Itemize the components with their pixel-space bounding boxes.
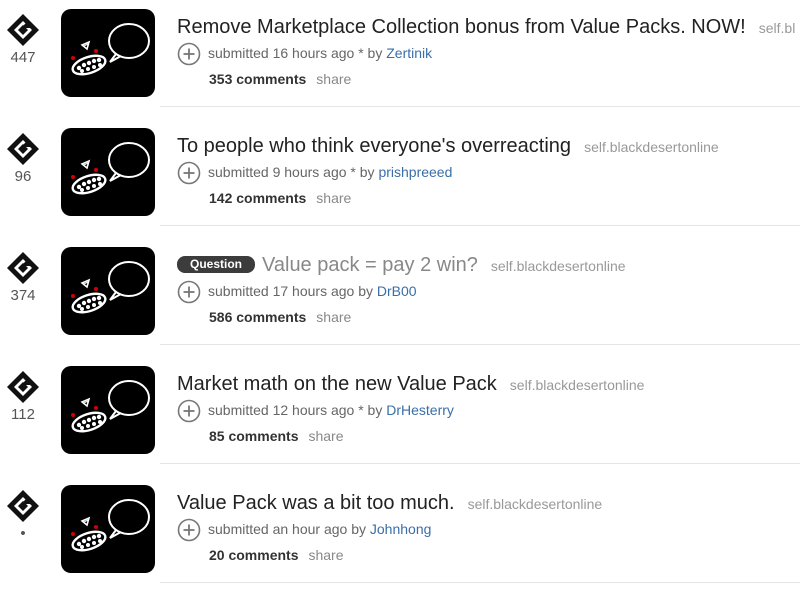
post: 112 Market math on the new Value Pack se… — [0, 357, 800, 476]
post-domain[interactable]: self.bl — [759, 20, 796, 36]
post-divider — [160, 344, 800, 345]
comments-link[interactable]: 85 comments — [209, 428, 298, 444]
upvote-icon[interactable] — [4, 250, 42, 286]
upvote-icon[interactable] — [4, 12, 42, 48]
author-link[interactable]: Johnhong — [370, 521, 432, 537]
post-list: 447 Remove Marketplace Collection bonus … — [0, 0, 800, 600]
post-title[interactable]: Value pack = pay 2 win? — [262, 254, 478, 276]
upvote-icon[interactable] — [4, 488, 42, 524]
post-divider — [160, 106, 800, 107]
vote-column: 96 — [4, 131, 42, 185]
post-thumbnail[interactable] — [61, 128, 155, 216]
expand-plus-icon[interactable] — [177, 42, 201, 66]
vote-column: 447 — [4, 12, 42, 66]
comments-link[interactable]: 142 comments — [209, 190, 306, 206]
speech-bubble-face-icon — [71, 499, 150, 552]
post-divider — [160, 463, 800, 464]
score: 112 — [11, 406, 35, 423]
tagline: submitted 17 hours ago by DrB00 — [208, 280, 417, 302]
speech-bubble-face-icon — [71, 261, 150, 314]
upvote-icon[interactable] — [4, 369, 42, 405]
expand-plus-icon[interactable] — [177, 280, 201, 304]
title-row: Value Pack was a bit too much. self.black… — [177, 490, 800, 516]
score: • — [20, 525, 26, 542]
speech-bubble-face-icon — [71, 23, 150, 76]
tagline-text: submitted 17 hours ago by — [208, 283, 377, 299]
post-content: Market math on the new Value Pack self.bl… — [177, 371, 800, 444]
tagline: submitted 12 hours ago * by DrHesterry — [208, 399, 454, 421]
post-content: To people who think everyone's overreact… — [177, 133, 800, 206]
share-link[interactable]: share — [308, 547, 343, 563]
vote-column: 112 — [4, 369, 42, 423]
comments-link[interactable]: 586 comments — [209, 309, 306, 325]
author-link[interactable]: prishpreeed — [378, 164, 452, 180]
meta-row: submitted 17 hours ago by DrB00 586 comm… — [177, 280, 800, 325]
title-row: Market math on the new Value Pack self.bl… — [177, 371, 800, 397]
meta-row: submitted 9 hours ago * by prishpreeed 1… — [177, 161, 800, 206]
share-link[interactable]: share — [316, 190, 351, 206]
post-divider — [160, 225, 800, 226]
post-buttons: 85 comments share — [209, 425, 344, 447]
speech-bubble-face-icon — [71, 380, 150, 433]
post-title[interactable]: Remove Marketplace Collection bonus from… — [177, 16, 746, 38]
expand-plus-icon[interactable] — [177, 161, 201, 185]
post-domain[interactable]: self.blackdesertonline — [468, 496, 603, 512]
score: 96 — [14, 168, 32, 185]
post-divider — [160, 582, 800, 583]
share-link[interactable]: share — [316, 309, 351, 325]
vote-column: 374 — [4, 250, 42, 304]
tagline: submitted 9 hours ago * by prishpreeed — [208, 161, 452, 183]
meta-row: submitted 12 hours ago * by DrHesterry 8… — [177, 399, 800, 444]
tagline: submitted 16 hours ago * by Zertinik — [208, 42, 432, 64]
author-link[interactable]: DrHesterry — [386, 402, 454, 418]
post-buttons: 142 comments share — [209, 187, 351, 209]
meta-row: submitted an hour ago by Johnhong 20 com… — [177, 518, 800, 563]
title-row: Question Value pack = pay 2 win? self.blac… — [177, 252, 800, 278]
post-title[interactable]: Value Pack was a bit too much. — [177, 492, 455, 514]
post-thumbnail[interactable] — [61, 366, 155, 454]
post-buttons: 586 comments share — [209, 306, 351, 328]
share-link[interactable]: share — [316, 71, 351, 87]
post: 96 To people who think everyone's overre… — [0, 119, 800, 238]
post-domain[interactable]: self.blackdesertonline — [584, 139, 719, 155]
post: 374 Question Value pack = pay 2 win? sel… — [0, 238, 800, 357]
meta-row: submitted 16 hours ago * by Zertinik 353… — [177, 42, 800, 87]
post-title[interactable]: To people who think everyone's overreact… — [177, 135, 571, 157]
post-thumbnail[interactable] — [61, 9, 155, 97]
share-link[interactable]: share — [308, 428, 343, 444]
post-domain[interactable]: self.blackdesertonline — [510, 377, 645, 393]
post-title[interactable]: Market math on the new Value Pack — [177, 373, 497, 395]
post-domain[interactable]: self.blackdesertonline — [491, 258, 626, 274]
title-row: Remove Marketplace Collection bonus from… — [177, 14, 800, 40]
post: 447 Remove Marketplace Collection bonus … — [0, 0, 800, 119]
tagline-text: submitted 12 hours ago * by — [208, 402, 387, 418]
expand-plus-icon[interactable] — [177, 399, 201, 423]
expand-plus-icon[interactable] — [177, 518, 201, 542]
post-content: Remove Marketplace Collection bonus from… — [177, 14, 800, 87]
tagline-text: submitted 9 hours ago * by — [208, 164, 379, 180]
post-thumbnail[interactable] — [61, 247, 155, 335]
title-row: To people who think everyone's overreact… — [177, 133, 800, 159]
author-link[interactable]: DrB00 — [377, 283, 417, 299]
comments-link[interactable]: 353 comments — [209, 71, 306, 87]
score: 374 — [10, 287, 36, 304]
tagline: submitted an hour ago by Johnhong — [208, 518, 431, 540]
upvote-icon[interactable] — [4, 131, 42, 167]
flair-badge[interactable]: Question — [177, 256, 256, 273]
tagline-text: submitted an hour ago by — [208, 521, 370, 537]
tagline-text: submitted 16 hours ago * by — [208, 45, 387, 61]
vote-column: • — [4, 488, 42, 542]
post-buttons: 20 comments share — [209, 544, 344, 566]
post-buttons: 353 comments share — [209, 68, 351, 90]
speech-bubble-face-icon — [71, 142, 150, 195]
post: • Value Pack was a bit too much. self.bl… — [0, 476, 800, 595]
comments-link[interactable]: 20 comments — [209, 547, 298, 563]
post-content: Value Pack was a bit too much. self.black… — [177, 490, 800, 563]
post-thumbnail[interactable] — [61, 485, 155, 573]
post-content: Question Value pack = pay 2 win? self.blac… — [177, 252, 800, 325]
score: 447 — [10, 49, 36, 66]
author-link[interactable]: Zertinik — [386, 45, 432, 61]
